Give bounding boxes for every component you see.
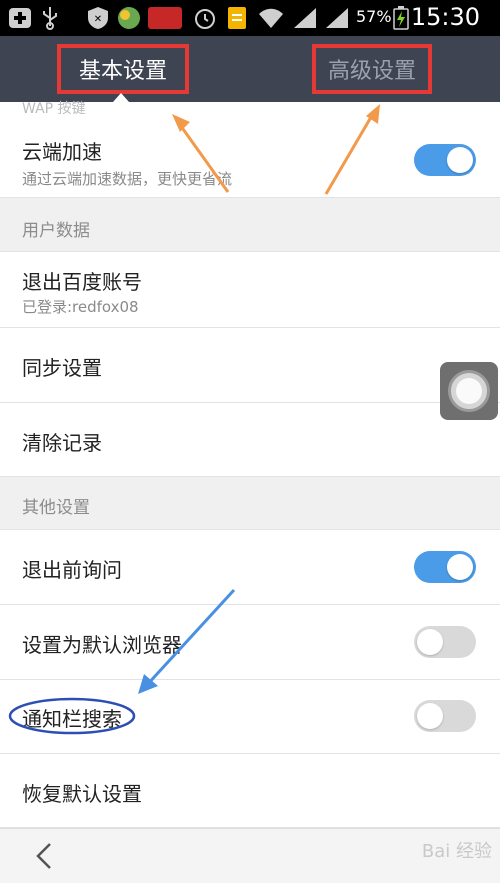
settings-tab-bar: 基本设置 高级设置 <box>0 36 500 102</box>
shield-icon: ✕ <box>88 7 108 29</box>
notification-search-title: 通知栏搜索 <box>22 707 122 731</box>
default-browser-title: 设置为默认浏览器 <box>22 633 182 657</box>
default-browser-toggle[interactable] <box>414 626 476 658</box>
settings-row-default-browser[interactable]: 设置为默认浏览器 <box>0 605 500 680</box>
status-bar: ✕ 57% 15:30 <box>0 0 500 36</box>
signal-icon <box>294 8 316 28</box>
toggle-knob <box>447 147 473 173</box>
battery-percent: 57% <box>356 7 392 26</box>
settings-row-ask-before-exit[interactable]: 退出前询问 <box>0 530 500 605</box>
settings-row-restore-default[interactable]: 恢复默认设置 <box>0 754 500 828</box>
money-locker-icon <box>148 7 182 29</box>
toggle-knob <box>417 629 443 655</box>
partial-row-text: WAP 按键 <box>22 101 86 117</box>
settings-row-notification-search[interactable]: 通知栏搜索 <box>0 680 500 754</box>
section-title-other-settings: 其他设置 <box>22 498 90 518</box>
section-header-other-settings: 其他设置 <box>0 477 500 530</box>
signal-icon-2 <box>326 8 348 28</box>
cloud-accel-subtitle: 通过云端加速数据，更快更省流 <box>22 170 233 188</box>
watermark: Bai 经验 <box>421 841 492 862</box>
wifi-icon <box>259 8 283 28</box>
settings-row-clear[interactable]: 清除记录 <box>0 403 500 477</box>
document-icon <box>228 7 246 29</box>
ask-before-exit-title: 退出前询问 <box>22 558 122 582</box>
battery-icon <box>393 6 409 30</box>
ask-before-exit-toggle[interactable] <box>414 551 476 583</box>
clear-title: 清除记录 <box>22 431 102 455</box>
restore-default-title: 恢复默认设置 <box>22 782 142 806</box>
alarm-icon <box>195 9 215 29</box>
bottom-navigation-bar: Bai 经验 <box>0 828 500 883</box>
clock: 15:30 <box>410 3 480 31</box>
floating-assist-button[interactable] <box>440 362 498 420</box>
back-arrow-icon[interactable] <box>30 841 60 871</box>
cloud-accel-toggle[interactable] <box>414 144 476 176</box>
settings-row-logout[interactable]: 退出百度账号 已登录:redfox08 <box>0 252 500 328</box>
tab-basic-settings[interactable]: 基本设置 <box>57 44 189 94</box>
notification-search-toggle[interactable] <box>414 700 476 732</box>
usb-icon <box>43 7 57 30</box>
sync-title: 同步设置 <box>22 356 102 380</box>
cloud-accel-title: 云端加速 <box>22 140 102 164</box>
assist-core-icon <box>456 378 482 404</box>
tab-advanced-label: 高级设置 <box>327 59 416 84</box>
logout-title: 退出百度账号 <box>22 270 142 294</box>
plus-icon <box>9 8 31 28</box>
svg-text:✕: ✕ <box>94 14 102 25</box>
tab-advanced-settings[interactable]: 高级设置 <box>312 44 432 94</box>
settings-row-cloud-accel[interactable]: 云端加速 通过云端加速数据，更快更省流 <box>0 122 500 198</box>
partial-row: WAP 按键 <box>0 101 500 122</box>
toggle-knob <box>447 554 473 580</box>
active-tab-indicator <box>113 93 129 102</box>
logout-subtitle: 已登录:redfox08 <box>22 298 139 316</box>
tab-basic-label: 基本设置 <box>78 59 167 84</box>
toggle-knob <box>417 703 443 729</box>
section-title-user-data: 用户数据 <box>22 221 90 241</box>
section-header-user-data: 用户数据 <box>0 198 500 252</box>
weather-icon <box>118 7 140 29</box>
settings-row-sync[interactable]: 同步设置 <box>0 328 500 403</box>
